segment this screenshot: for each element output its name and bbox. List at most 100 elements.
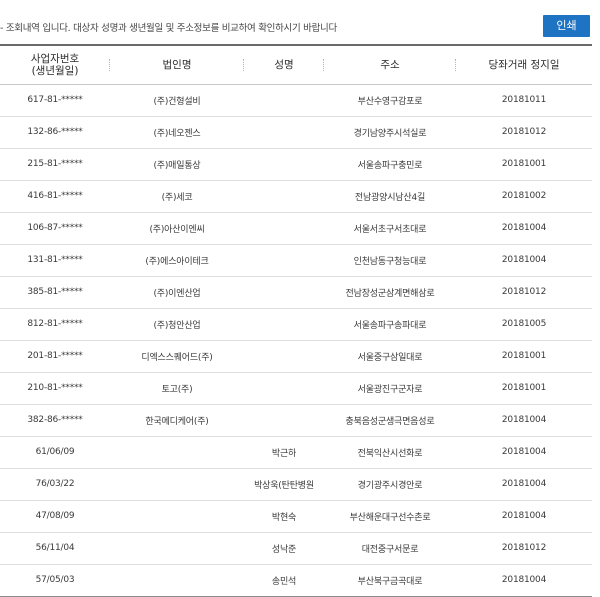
header-corporation-name-label: 법인명 — [162, 58, 192, 71]
table-row: 385-81-***** (주)이엔산업 전남장성군삼계면해삼로 20181012 — [0, 276, 592, 309]
cell-suspension-date: 20181005 — [456, 308, 592, 341]
table-row: 382-86-***** 한국메디케어(주) 충북음성군생극면음성로 20181004 — [0, 404, 592, 437]
table-row: 416-81-***** (주)세코 전남광양시남산4길 20181002 — [0, 180, 592, 213]
cell-address: 서울송파구충민로 — [324, 148, 456, 181]
header-address-label: 주소 — [380, 58, 400, 71]
cell-person-name: 박상욱(탄탄병원 — [244, 468, 324, 501]
cell-business-number: 617-81-***** — [0, 84, 110, 117]
cell-address: 전북익산시선화로 — [324, 436, 456, 469]
table-header-row: 사업자번호 (생년월일) 법인명 성명 주소 당좌거래 정지일 — [0, 44, 592, 85]
cell-suspension-date: 20181012 — [456, 532, 592, 565]
cell-business-number: 812-81-***** — [0, 308, 110, 341]
result-table: 사업자번호 (생년월일) 법인명 성명 주소 당좌거래 정지일 617-81-*****(… — [0, 44, 592, 597]
table-row: 812-81-***** (주)청안산업 서울송파구송파대로 20181005 — [0, 308, 592, 341]
cell-suspension-date: 20181011 — [456, 84, 592, 117]
cell-business-number: 131-81-***** — [0, 244, 110, 277]
cell-corporation-name — [110, 564, 244, 597]
cell-address: 전남광양시남산4길 — [324, 180, 456, 213]
header-address: 주소 — [324, 44, 456, 85]
cell-person-name — [244, 308, 324, 341]
cell-corporation-name — [110, 436, 244, 469]
cell-business-number: 57/05/03 — [0, 564, 110, 597]
cell-person-name — [244, 244, 324, 277]
cell-suspension-date: 20181004 — [456, 436, 592, 469]
header-person-name: 성명 — [244, 44, 324, 85]
cell-person-name: 성낙준 — [244, 532, 324, 565]
cell-suspension-date: 20181001 — [456, 148, 592, 181]
cell-suspension-date: 20181001 — [456, 372, 592, 405]
cell-person-name: 박현숙 — [244, 500, 324, 533]
header-corporation-name: 법인명 — [110, 44, 244, 85]
cell-address: 인천남동구청능대로 — [324, 244, 456, 277]
table-row: 47/08/09 박현숙 부산해운대구선수촌로 20181004 — [0, 500, 592, 533]
cell-person-name — [244, 180, 324, 213]
cell-person-name — [244, 340, 324, 373]
table-body: 617-81-***** (주)건형설비 부산수영구감포로 20181011 132-8… — [0, 84, 592, 597]
cell-suspension-date: 20181004 — [456, 404, 592, 437]
cell-person-name — [244, 404, 324, 437]
cell-address: 경기광주시경안로 — [324, 468, 456, 501]
cell-address: 서울중구삼일대로 — [324, 340, 456, 373]
cell-business-number: 210-81-***** — [0, 372, 110, 405]
cell-corporation-name: (주)에스아이테크 — [110, 244, 244, 277]
cell-address: 경기남양주시석실로 — [324, 116, 456, 149]
cell-corporation-name: 한국메디케어(주) — [110, 404, 244, 437]
cell-corporation-name: (주)이엔산업 — [110, 276, 244, 309]
table-row: 201-81-***** 디엑스스퀘어드(주) 서울중구삼일대로 20181001 — [0, 340, 592, 373]
cell-corporation-name: (주)네오젠스 — [110, 116, 244, 149]
cell-suspension-date: 20181001 — [456, 340, 592, 373]
cell-person-name — [244, 276, 324, 309]
top-bar: - 조회내역 입니다. 대상자 성명과 생년월일 및 주소정보를 비교하여 확인… — [0, 0, 600, 44]
cell-business-number: 385-81-***** — [0, 276, 110, 309]
cell-business-number: 382-86-***** — [0, 404, 110, 437]
cell-person-name — [244, 116, 324, 149]
table-row: 215-81-***** (주)매일통상 서울송파구충민로 20181001 — [0, 148, 592, 181]
cell-business-number: 61/06/09 — [0, 436, 110, 469]
cell-business-number: 215-81-***** — [0, 148, 110, 181]
cell-person-name — [244, 84, 324, 117]
cell-address: 부산북구금곡대로 — [324, 564, 456, 597]
cell-business-number: 201-81-***** — [0, 340, 110, 373]
cell-address: 서울광진구군자로 — [324, 372, 456, 405]
header-person-name-label: 성명 — [274, 58, 294, 71]
cell-business-number: 132-86-***** — [0, 116, 110, 149]
cell-address: 서울서초구서초대로 — [324, 212, 456, 245]
cell-corporation-name: 토고(주) — [110, 372, 244, 405]
cell-suspension-date: 20181012 — [456, 276, 592, 309]
header-suspension-date: 당좌거래 정지일 — [456, 44, 592, 85]
cell-corporation-name — [110, 532, 244, 565]
cell-business-number: 47/08/09 — [0, 500, 110, 533]
cell-address: 서울송파구송파대로 — [324, 308, 456, 341]
cell-address: 충북음성군생극면음성로 — [324, 404, 456, 437]
cell-corporation-name: (주)매일통상 — [110, 148, 244, 181]
table-row: 132-86-***** (주)네오젠스 경기남양주시석실로 20181012 — [0, 116, 592, 149]
table-row: 61/06/09 박근하 전북익산시선화로 20181004 — [0, 436, 592, 469]
cell-address: 전남장성군삼계면해삼로 — [324, 276, 456, 309]
cell-business-number: 56/11/04 — [0, 532, 110, 565]
cell-corporation-name — [110, 500, 244, 533]
header-business-number-label: 사업자번호 — [30, 52, 80, 65]
cell-suspension-date: 20181012 — [456, 116, 592, 149]
table-row: 617-81-***** (주)건형설비 부산수영구감포로 20181011 — [0, 84, 592, 117]
cell-business-number: 416-81-***** — [0, 180, 110, 213]
cell-address: 부산해운대구선수촌로 — [324, 500, 456, 533]
table-row: 76/03/22 박상욱(탄탄병원 경기광주시경안로 20181004 — [0, 468, 592, 501]
cell-person-name — [244, 148, 324, 181]
cell-suspension-date: 20181004 — [456, 244, 592, 277]
cell-corporation-name: (주)건형설비 — [110, 84, 244, 117]
print-button[interactable]: 인쇄 — [543, 15, 590, 37]
table-row: 56/11/04 성낙준 대전중구서문로 20181012 — [0, 532, 592, 565]
notice-text: - 조회내역 입니다. 대상자 성명과 생년월일 및 주소정보를 비교하여 확인… — [0, 23, 337, 34]
header-suspension-date-label: 당좌거래 정지일 — [488, 58, 560, 71]
cell-suspension-date: 20181004 — [456, 468, 592, 501]
cell-corporation-name: (주)청안산업 — [110, 308, 244, 341]
cell-address: 대전중구서문로 — [324, 532, 456, 565]
cell-corporation-name: (주)세코 — [110, 180, 244, 213]
cell-corporation-name: (주)아산이엔씨 — [110, 212, 244, 245]
table-row: 131-81-***** (주)에스아이테크 인천남동구청능대로 20181004 — [0, 244, 592, 277]
cell-suspension-date: 20181004 — [456, 500, 592, 533]
cell-business-number: 106-87-***** — [0, 212, 110, 245]
cell-corporation-name: 디엑스스퀘어드(주) — [110, 340, 244, 373]
table-row: 106-87-***** (주)아산이엔씨 서울서초구서초대로 20181004 — [0, 212, 592, 245]
cell-address: 부산수영구감포로 — [324, 84, 456, 117]
